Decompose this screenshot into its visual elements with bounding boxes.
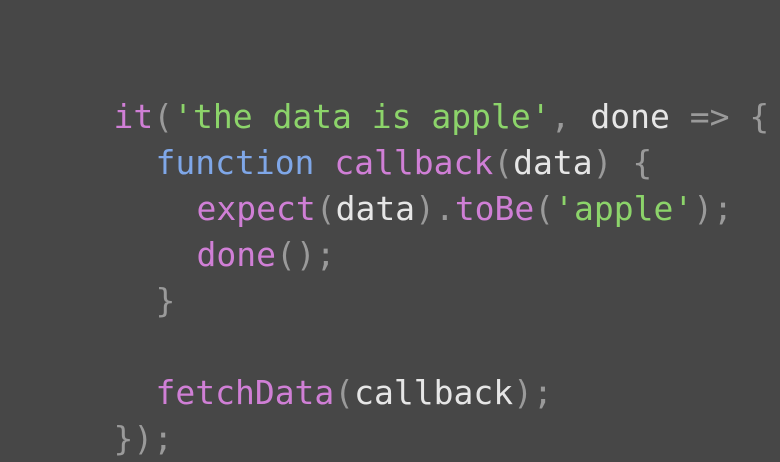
token-fn: toBe	[454, 189, 535, 228]
token-punctuation: ();	[275, 235, 336, 274]
code-line-1: it('the data is apple', done => {	[34, 48, 769, 136]
token-arrow: =>	[689, 97, 730, 136]
code-line-3: expect(data).toBe('apple');	[117, 140, 733, 228]
code-editor: it('the data is apple', done => { functi…	[0, 0, 780, 462]
token-string: 'apple'	[554, 189, 694, 228]
token-paren-open: (	[334, 373, 355, 412]
code-line-7: fetchData(callback);	[76, 324, 552, 412]
token-paren-close: );	[513, 373, 553, 412]
code-line-2: function callback(data) {	[76, 94, 652, 182]
token-end: });	[113, 419, 174, 458]
token-param: data	[335, 189, 416, 228]
token-paren-close: ).	[415, 189, 455, 228]
code-line-8: });	[34, 370, 173, 458]
token-brace-open: {	[749, 97, 770, 136]
token-param: callback	[354, 373, 514, 412]
code-line-4: done();	[117, 186, 335, 274]
token-fn: done	[196, 235, 276, 274]
token-paren-open: (	[534, 189, 555, 228]
token-fn: fetchData	[155, 373, 335, 412]
token-paren-close: );	[693, 189, 733, 228]
token-brace-close: }	[155, 281, 176, 320]
code-line-5: }	[76, 232, 175, 320]
